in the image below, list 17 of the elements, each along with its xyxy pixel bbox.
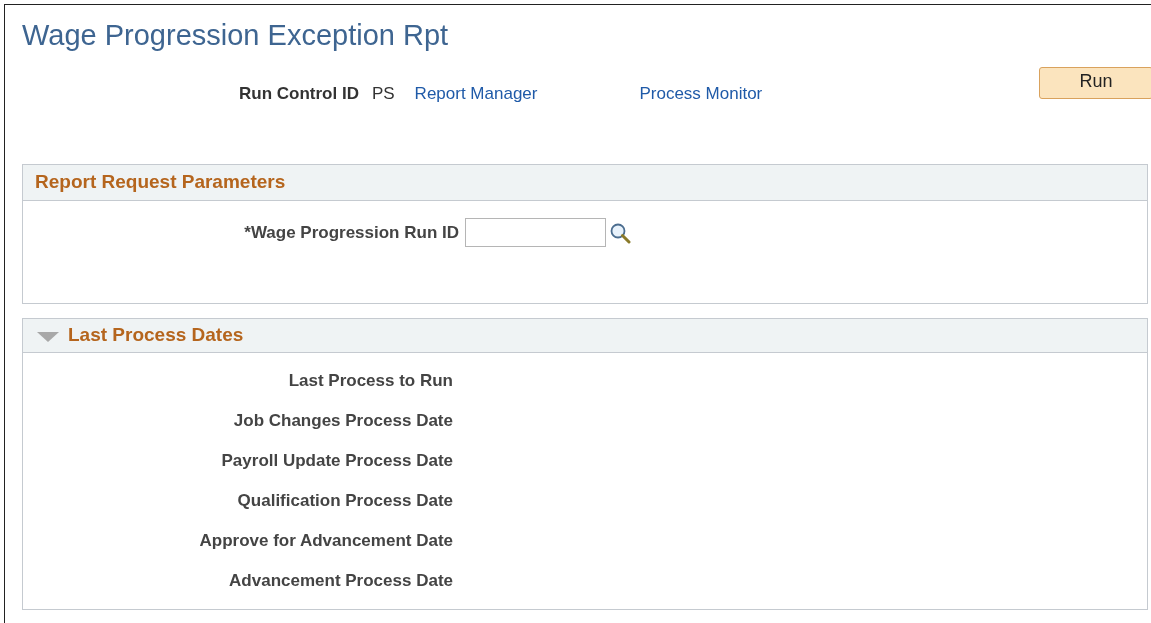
report-link[interactable]: Report Manager	[414, 81, 538, 107]
date-field-label: Qualification Process Date	[236, 490, 453, 512]
run-control-value: PS	[371, 83, 395, 105]
panel-title: Last Process Dates	[68, 323, 244, 348]
date-field-label: Approve for Advancement Date	[198, 530, 453, 552]
panel-title: Report Request Parameters	[35, 170, 286, 195]
run-control-label: Run Control ID	[239, 83, 359, 105]
report-link[interactable]: Process Monitor	[639, 81, 763, 107]
page-title: Wage Progression Exception Rpt	[22, 18, 449, 53]
date-field-label: Last Process to Run	[287, 370, 453, 392]
run-id-field[interactable]	[465, 218, 606, 247]
field-label: *Wage Progression Run ID	[243, 221, 459, 244]
run-button[interactable]: Run	[1039, 67, 1151, 99]
date-field-label: Advancement Process Date	[228, 570, 453, 592]
search-icon[interactable]	[609, 221, 631, 244]
date-field-label: Job Changes Process Date	[232, 410, 453, 432]
date-field-label: Payroll Update Process Date	[220, 450, 453, 472]
